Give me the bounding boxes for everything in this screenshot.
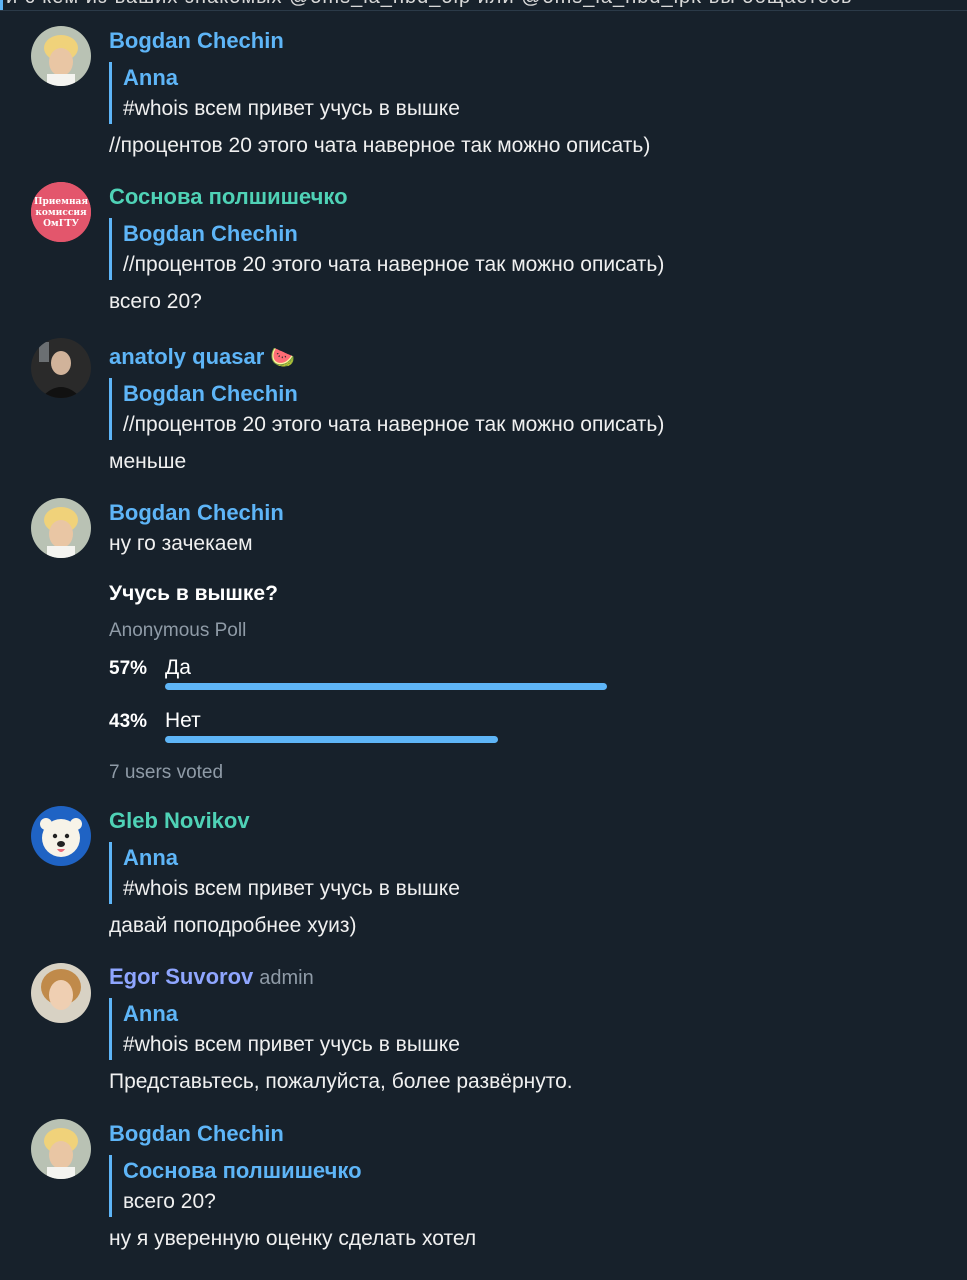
reply-author: Bogdan Chechin [123, 381, 298, 406]
poll-option-1[interactable]: 57% Да [109, 656, 629, 708]
reply-author: Anna [123, 65, 178, 90]
avatar-priemnaya[interactable]: Приемная комиссия ОмГТУ [31, 182, 91, 242]
reply-text: всего 20? [123, 1190, 216, 1213]
priemnaya-logo: Приемная комиссия ОмГТУ [31, 182, 91, 242]
svg-text:Приемная: Приемная [34, 197, 88, 207]
admin-badge: admin [259, 967, 314, 989]
poll-option-label: Да [165, 656, 191, 679]
sender-name-text: Egor Suvorov [109, 964, 254, 989]
sender-name[interactable]: Gleb Novikov [109, 808, 250, 834]
sender-name[interactable]: Bogdan Chechin [109, 500, 284, 526]
reply-quote[interactable]: Bogdan Chechin //процентов 20 этого чата… [109, 378, 664, 440]
avatar-gleb[interactable] [31, 806, 91, 866]
poll-option-bar [165, 736, 498, 743]
message-text: ну я уверенную оценку сделать хотел [109, 1227, 477, 1250]
svg-text:ОмГТУ: ОмГТУ [43, 219, 80, 229]
poll-question: Учусь в вышке? [109, 582, 278, 605]
reply-author: Bogdan Chechin [123, 221, 298, 246]
reply-quote[interactable]: Anna #whois всем привет учусь в вышке [109, 842, 460, 904]
avatar-egor[interactable] [31, 963, 91, 1023]
avatar-bogdan[interactable] [31, 26, 91, 86]
svg-text:комиссия: комиссия [35, 208, 87, 218]
top-pinned-strip[interactable]: и с кем из ваших знакомых @oms_ia_nbd_oi… [0, 0, 967, 11]
avatar-anatoly[interactable] [31, 338, 91, 398]
reply-text: #whois всем привет учусь в вышке [123, 877, 460, 900]
sender-name[interactable]: anatoly quasar 🍉 [109, 344, 295, 370]
message-text: всего 20? [109, 290, 202, 313]
reply-quote[interactable]: Anna #whois всем привет учусь в вышке [109, 62, 460, 124]
reply-quote[interactable]: Bogdan Chechin //процентов 20 этого чата… [109, 218, 664, 280]
poll-option-percent: 57% [109, 658, 148, 679]
watermelon-emoji-icon: 🍉 [270, 347, 296, 369]
pinned-bar [0, 0, 3, 10]
reply-quote[interactable]: Соснова полшишечко всего 20? [109, 1155, 362, 1217]
sender-name[interactable]: Соснова полшишечко [109, 184, 348, 210]
reply-author: Anna [123, 845, 178, 870]
avatar-bogdan[interactable] [31, 498, 91, 558]
message-text: давай поподробнее хуиз) [109, 914, 357, 937]
sender-name[interactable]: Egor Suvorov admin [109, 964, 314, 990]
avatar-bogdan[interactable] [31, 1119, 91, 1179]
message-text: ну го зачекаем [109, 532, 253, 555]
poll-voted-count[interactable]: 7 users voted [109, 762, 223, 784]
reply-text: //процентов 20 этого чата наверное так м… [123, 413, 665, 436]
reply-text: //процентов 20 этого чата наверное так м… [123, 253, 665, 276]
poll-option-2[interactable]: 43% Нет [109, 709, 629, 761]
reply-text: #whois всем привет учусь в вышке [123, 1033, 460, 1056]
reply-text: #whois всем привет учусь в вышке [123, 97, 460, 120]
poll-type: Anonymous Poll [109, 620, 247, 641]
poll-option-percent: 43% [109, 711, 148, 732]
message-text: меньше [109, 450, 187, 473]
pinned-text: и с кем из ваших знакомых @oms_ia_nbd_oi… [6, 0, 852, 9]
message-text: Представьтесь, пожалуйста, более развёрн… [109, 1070, 573, 1093]
poll-option-bar [165, 683, 607, 690]
message-text: //процентов 20 этого чата наверное так м… [109, 134, 651, 157]
reply-quote[interactable]: Anna #whois всем привет учусь в вышке [109, 998, 460, 1060]
reply-author: Соснова полшишечко [123, 1158, 362, 1183]
poll-option-label: Нет [165, 709, 201, 732]
sender-name[interactable]: Bogdan Chechin [109, 28, 284, 54]
reply-author: Anna [123, 1001, 178, 1026]
sender-name-text: anatoly quasar [109, 344, 265, 369]
sender-name[interactable]: Bogdan Chechin [109, 1121, 284, 1147]
